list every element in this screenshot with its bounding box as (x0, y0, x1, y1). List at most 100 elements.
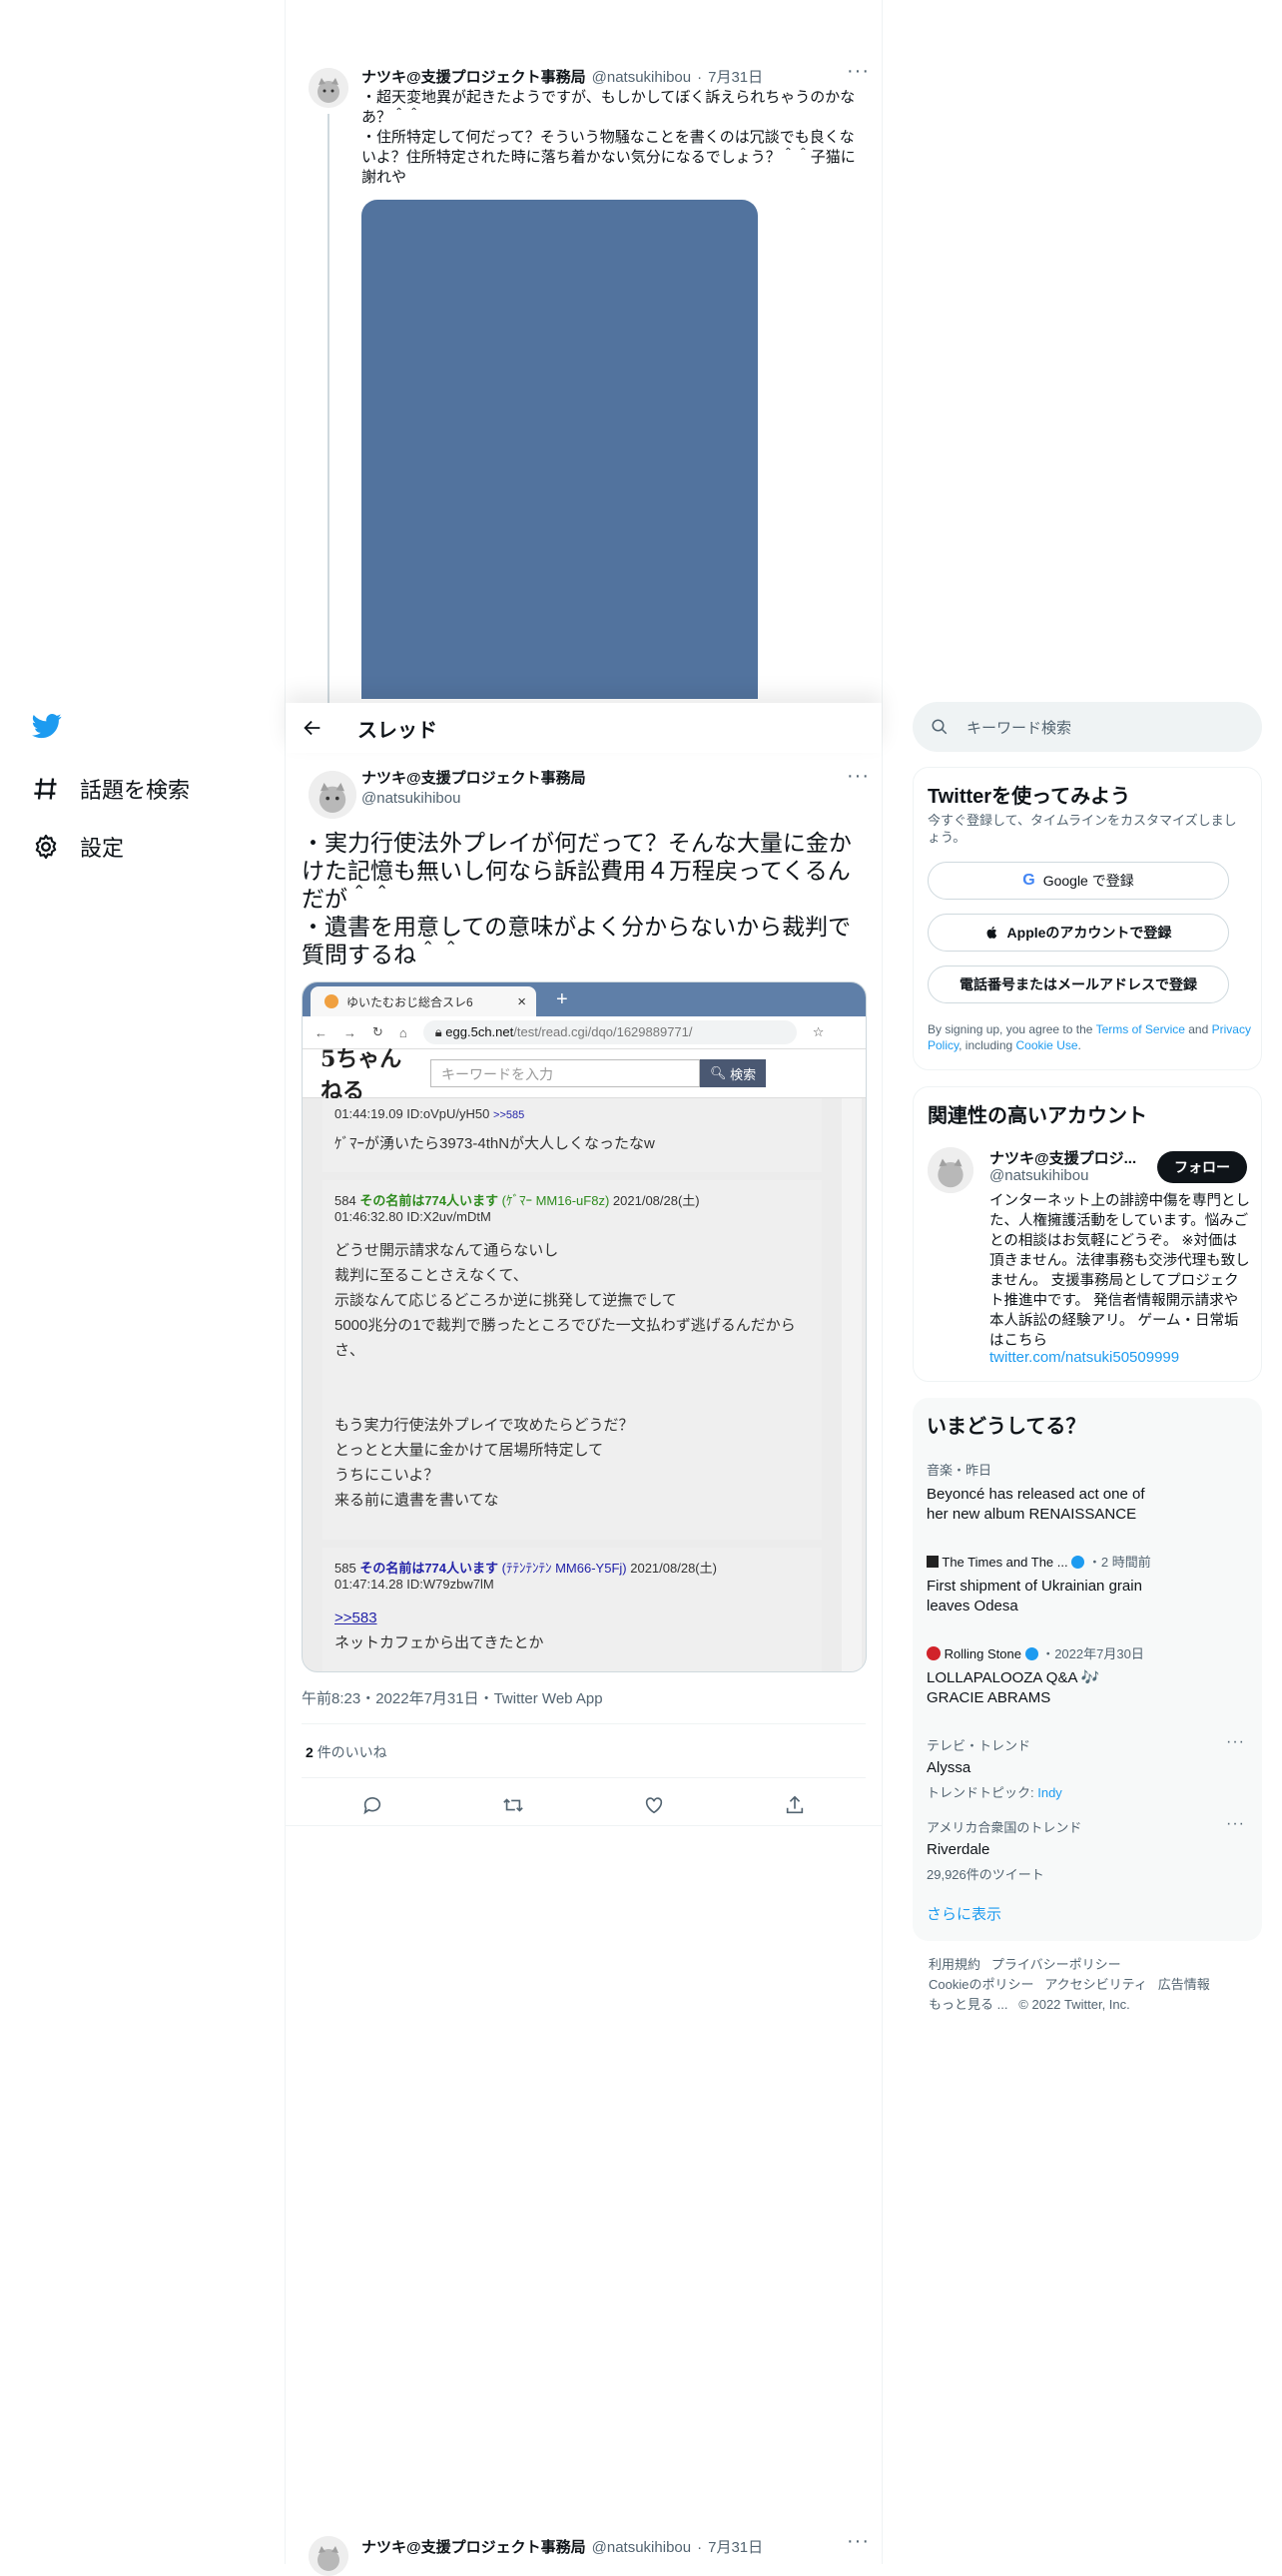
google-signup-button[interactable]: G Google で登録 (928, 862, 1229, 900)
post-date: 2021/08/28(土) (630, 1561, 717, 1576)
trends-title: いまどうしてる？ (927, 1416, 1086, 1438)
avatar[interactable] (309, 68, 348, 108)
more-options-icon[interactable]: ··· (1226, 1733, 1245, 1751)
trend-item[interactable]: アメリカ合衆国のトレンド Riverdale 29,926件のツイート (927, 1817, 1246, 1883)
more-options-icon[interactable]: ··· (1226, 1815, 1245, 1833)
twitter-logo-icon[interactable] (32, 711, 62, 746)
author-handle[interactable]: @natsukihibou (361, 789, 586, 809)
author-name[interactable]: ナツキ@支援プロジェクト事務局 (361, 2536, 586, 2557)
likes-count: 2 (306, 1744, 314, 1760)
site-header: 5ちゃんねる キーワードを入力 🔍︎ 検索 (303, 1046, 866, 1104)
trend-item[interactable]: Rolling Stone ・2022年7月30日 LOLLAPALOOZA Q… (927, 1643, 1246, 1708)
trend-category: 音楽・昨日 (927, 1463, 992, 1478)
lock-icon: 🔒︎ (434, 1024, 446, 1039)
avatar[interactable] (928, 1147, 973, 1193)
trend-sub-link[interactable]: Indy (1037, 1785, 1062, 1800)
tweet-date[interactable]: 7月31日 (708, 2536, 763, 2557)
legal-text: , including (959, 1038, 1016, 1052)
post-date: 2021/08/28(土) (612, 1193, 700, 1208)
post-line (334, 1388, 810, 1413)
url-field: 🔒︎ egg.5ch.net/test/read.cgi/dqo/1629889… (422, 1020, 797, 1044)
thread-connector-line (327, 114, 329, 703)
tweet-text-line: ・住所特定して何だって？そういう物騒なことを書くのは冗談でも良くないよ？住所特定… (361, 129, 856, 186)
footer-terms-link[interactable]: 利用規約 (929, 1957, 980, 1972)
site-search-input: キーワードを入力 (430, 1059, 700, 1087)
footer-more-link[interactable]: もっと見る ... (929, 1997, 1007, 2012)
show-more-link[interactable]: さらに表示 (927, 1903, 1001, 1924)
poster-name: その名前は774人います (359, 1561, 499, 1576)
likes-summary[interactable]: 2 件のいいね (306, 1742, 387, 1762)
share-icon[interactable] (784, 1794, 806, 1816)
left-column-divider (285, 0, 286, 2564)
site-search-button: 🔍︎ 検索 (700, 1059, 767, 1087)
relevant-accounts-card: 関連性の高いアカウント ナツキ@支援プロジ... @natsukihibou フ… (913, 1086, 1262, 1382)
trend-title: Riverdale (927, 1841, 990, 1858)
trend-category: The Times and The ... (942, 1555, 1068, 1570)
author-handle[interactable]: @natsukihibou (592, 69, 691, 86)
tweet-image-screenshot[interactable]: ゆいたむおじ総合スレ6 × + ← → ↻ ⌂ 🔒︎ egg.5ch.net/t… (302, 981, 867, 1672)
nav-settings[interactable]: 設定 (32, 831, 124, 863)
footer-ads-link[interactable]: 広告情報 (1158, 1977, 1210, 1992)
trend-item[interactable]: テレビ・トレンド Alyssa トレンドトピック: Indy (927, 1735, 1246, 1801)
post-time-id: 01:46:32.80 ID:X2uv/mDtM (334, 1209, 491, 1224)
post-line: もう実力行使法外プレイで攻めたらどうだ？ (334, 1417, 634, 1434)
footer-links: 利用規約 プライバシーポリシー Cookieのポリシー アクセシビリティ 広告情… (929, 1955, 1248, 2015)
home-icon: ⌂ (398, 1024, 407, 1040)
tweet-timestamp[interactable]: 午前8:23・2022年7月31日・Twitter Web App (302, 1687, 603, 1708)
more-options-icon[interactable]: ··· (847, 765, 870, 788)
apple-signup-label: Appleのアカウントで登録 (1006, 925, 1172, 941)
phone-signup-button[interactable]: 電話番号またはメールアドレスで登録 (928, 966, 1229, 1003)
post-line: うちにこいよ？ (334, 1467, 439, 1484)
poster-trip: (ｹﾞﾏｰ MM16-uF8z) (501, 1193, 610, 1208)
thread-title: スレッド (357, 719, 437, 742)
trend-title: Alyssa (927, 1759, 971, 1776)
back-arrow-icon[interactable] (302, 717, 323, 739)
legal-text: and (1184, 1022, 1212, 1036)
post-line: 裁判に至ることさえなくて、 (334, 1267, 528, 1284)
follow-button[interactable]: フォロー (1157, 1151, 1247, 1183)
nav-explore[interactable]: 話題を検索 (32, 773, 190, 805)
reload-icon: ↻ (372, 1024, 383, 1039)
more-options-icon[interactable]: ··· (847, 2530, 870, 2553)
post-585: 585 その名前は774人います (ﾃﾃﾝﾃﾝﾃﾝ MM66-Y5Fj) 202… (322, 1548, 822, 1671)
author-name[interactable]: ナツキ@支援プロジェクト事務局 (361, 769, 586, 789)
trend-sub-label: トレンドトピック: (927, 1785, 1038, 1800)
avatar[interactable] (309, 2536, 348, 2576)
trend-item[interactable]: 音楽・昨日 Beyoncé has released act one of he… (927, 1460, 1246, 1525)
google-icon: G (1022, 872, 1035, 889)
retweet-icon[interactable] (502, 1794, 524, 1816)
reply-icon[interactable] (361, 1794, 383, 1816)
context-tweet-header: ナツキ@支援プロジェクト事務局 @natsukihibou · 7月31日 (361, 66, 763, 87)
apple-signup-button[interactable]: Appleのアカウントで登録 (928, 914, 1229, 952)
author-name[interactable]: ナツキ@支援プロジェクト事務局 (361, 66, 586, 87)
search-input[interactable]: キーワード検索 (913, 702, 1262, 752)
post-line: 示談なんて応じるどころか逆に挑発して逆撫でして (334, 1292, 677, 1309)
main-tweet-author: ナツキ@支援プロジェクト事務局 @natsukihibou (361, 769, 586, 809)
bio-link[interactable]: twitter.com/natsuki50509999 (989, 1349, 1179, 1366)
footer-cookie-link[interactable]: Cookieのポリシー (929, 1977, 1033, 1992)
verified-icon (1071, 1556, 1085, 1569)
tweet-action-bar (302, 1785, 866, 1825)
account-handle[interactable]: @natsukihibou (989, 1167, 1088, 1184)
footer-accessibility-link[interactable]: アクセシビリティ (1044, 1977, 1147, 1992)
terms-link[interactable]: Terms of Service (1096, 1022, 1185, 1036)
more-options-icon[interactable]: ··· (847, 60, 870, 83)
account-name[interactable]: ナツキ@支援プロジ... (989, 1147, 1136, 1168)
gear-icon (35, 834, 57, 860)
tweet-image[interactable] (361, 200, 758, 699)
like-icon[interactable] (643, 1794, 665, 1816)
site-search-button-label: 検索 (730, 1066, 757, 1082)
trend-title: LOLLAPALOOZA Q&A 🎶 GRACIE ABRAMS (927, 1669, 1100, 1706)
trend-item[interactable]: The Times and The ... ・2 時間前 First shipm… (927, 1552, 1246, 1616)
tweet-date[interactable]: 7月31日 (708, 66, 763, 87)
trend-tweet-count: 29,926件のツイート (927, 1867, 1044, 1882)
cookie-link[interactable]: Cookie Use (1016, 1038, 1078, 1052)
author-handle[interactable]: @natsukihibou (592, 2539, 691, 2556)
avatar[interactable] (309, 771, 356, 819)
star-icon: ☆ (812, 1024, 825, 1039)
main-tweet-text: ・実力行使法外プレイが何だって？そんな大量に金かけた記憶も無いし何なら訴訟費用４… (302, 829, 869, 968)
footer-privacy-link[interactable]: プライバシーポリシー (991, 1957, 1121, 1972)
post-line: 来る前に遺書を書いてな (334, 1492, 499, 1509)
next-tweet-header: ナツキ@支援プロジェクト事務局 @natsukihibou · 7月31日 (361, 2536, 763, 2557)
site-logo: 5ちゃんねる (320, 1046, 402, 1104)
